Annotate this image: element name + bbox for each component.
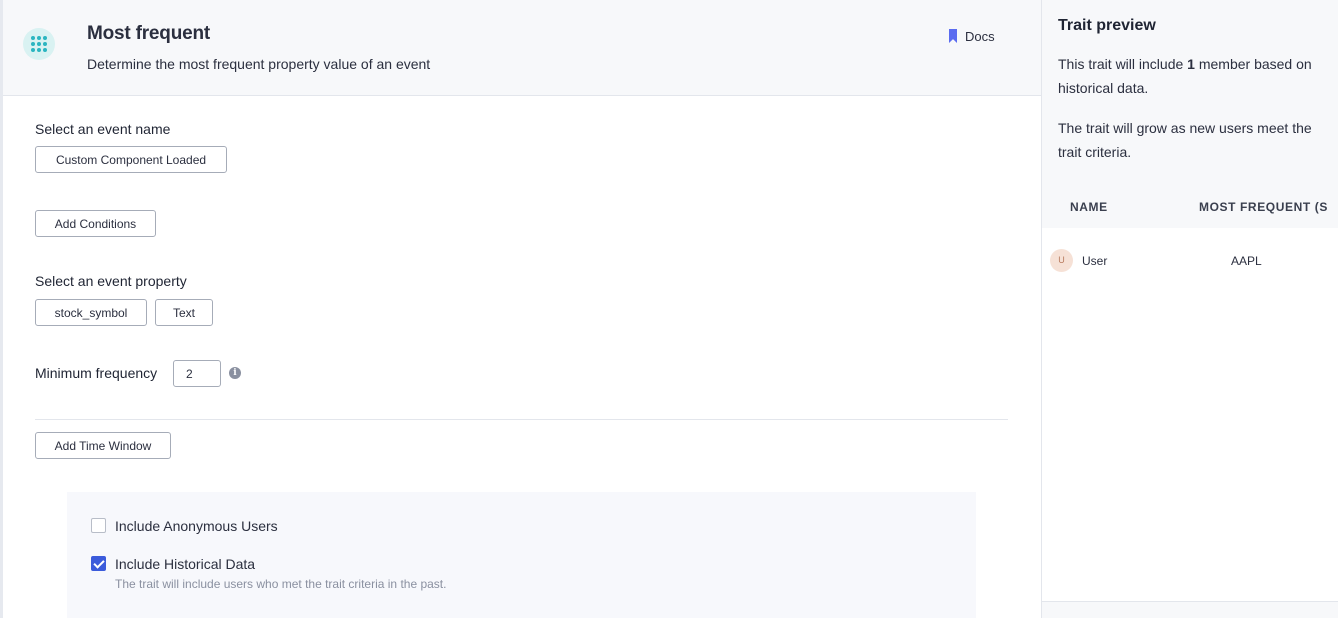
preview-table-header: NAME MOST FREQUENT (S	[1042, 188, 1338, 228]
event-property-label: Select an event property	[35, 273, 187, 289]
event-name-label: Select an event name	[35, 121, 171, 137]
preview-title: Trait preview	[1058, 17, 1156, 34]
trait-preview-panel: Trait preview This trait will include 1 …	[1041, 0, 1338, 618]
docs-link[interactable]: Docs	[949, 27, 995, 45]
column-header-most-frequent[interactable]: MOST FREQUENT (S	[1199, 200, 1328, 214]
preview-growth-text: The trait will grow as new users meet th…	[1058, 120, 1312, 160]
preview-footer	[1042, 601, 1338, 618]
info-icon[interactable]: i	[229, 367, 241, 379]
options-panel: Include Anonymous Users Include Historic…	[67, 492, 976, 618]
section-divider	[35, 419, 1008, 420]
avatar: U	[1050, 249, 1073, 272]
min-frequency-input[interactable]	[173, 360, 221, 387]
property-type-select[interactable]: Text	[155, 299, 213, 326]
include-historical-label[interactable]: Include Historical Data	[115, 556, 255, 572]
include-anonymous-checkbox[interactable]	[91, 518, 106, 533]
page-subtitle: Determine the most frequent property val…	[87, 56, 431, 72]
min-frequency-label: Minimum frequency	[35, 365, 158, 381]
include-historical-checkbox[interactable]	[91, 556, 106, 571]
bookmark-icon	[949, 29, 957, 43]
row-name: User	[1082, 254, 1108, 268]
member-count: 1	[1187, 56, 1195, 72]
docs-link-label: Docs	[965, 28, 995, 44]
add-conditions-button[interactable]: Add Conditions	[35, 210, 156, 237]
preview-summary: This trait will include 1 member based o…	[1058, 56, 1312, 96]
column-header-name[interactable]: NAME	[1070, 200, 1108, 214]
event-property-select[interactable]: stock_symbol	[35, 299, 147, 326]
row-value: AAPL	[1231, 254, 1262, 268]
page-title: Most frequent	[87, 23, 211, 44]
include-anonymous-label[interactable]: Include Anonymous Users	[115, 518, 278, 534]
add-time-window-button[interactable]: Add Time Window	[35, 432, 171, 459]
trait-header: Most frequent Determine the most frequen…	[3, 0, 1041, 96]
include-historical-help: The trait will include users who met the…	[115, 577, 447, 591]
event-name-select[interactable]: Custom Component Loaded	[35, 146, 227, 173]
dots-grid-icon	[23, 28, 55, 60]
preview-table-body: U User AAPL	[1042, 228, 1338, 601]
